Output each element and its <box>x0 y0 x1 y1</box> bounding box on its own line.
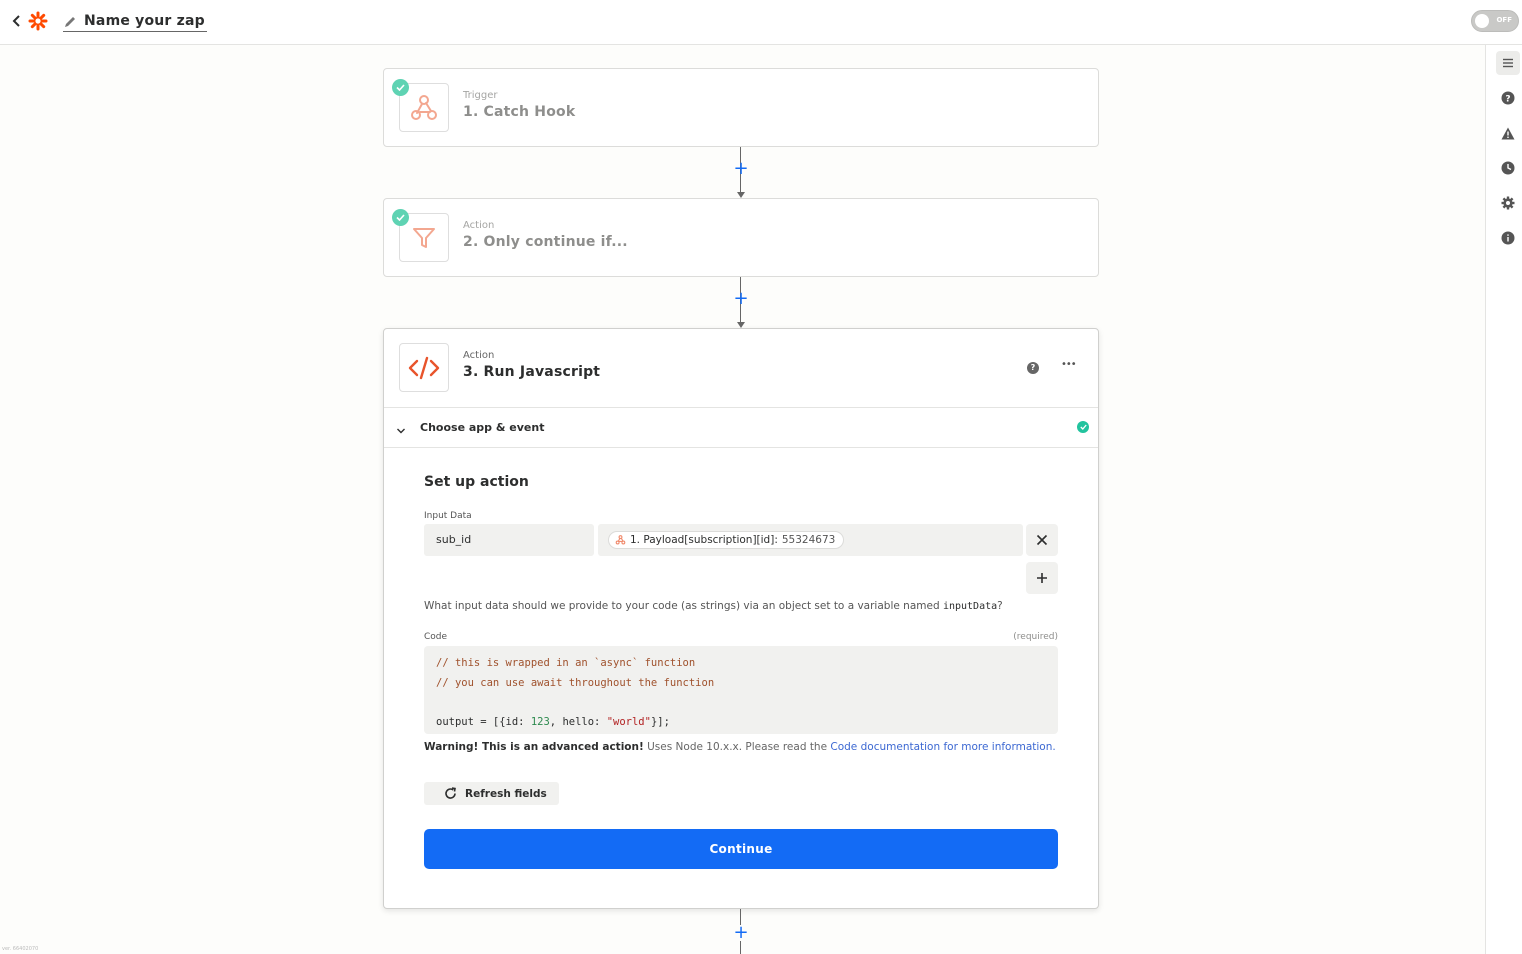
section-complete-check-icon <box>1077 421 1089 433</box>
history-icon <box>1501 161 1515 175</box>
chevron-down-icon <box>396 421 406 440</box>
svg-text:?: ? <box>1505 95 1510 105</box>
warning-bold-text: Warning! This is an advanced action! <box>424 741 644 753</box>
outline-button[interactable] <box>1496 51 1520 75</box>
mapped-field-sample: 55324673 <box>781 534 836 546</box>
step-title: 1. Catch Hook <box>463 104 576 120</box>
zapier-logo-icon[interactable] <box>28 11 48 31</box>
help-icon: ? <box>1501 91 1515 105</box>
step-card-run-javascript: Action 3. Run Javascript ? ••• Choose ap… <box>383 328 1099 909</box>
input-data-value-field[interactable]: 1. Payload[subscription][id]: 55324673 <box>598 524 1023 556</box>
step-kind-label: Trigger <box>463 90 498 101</box>
outline-icon <box>1503 58 1513 68</box>
add-step-plus-icon[interactable]: + <box>733 924 749 942</box>
step-kind-label: Action <box>463 220 495 231</box>
settings-button[interactable] <box>1496 191 1520 215</box>
refresh-icon <box>445 787 456 799</box>
warnings-button[interactable] <box>1496 121 1520 145</box>
zap-name-text: Name your zap <box>84 12 205 29</box>
step-card-trigger[interactable]: Trigger 1. Catch Hook <box>383 68 1099 147</box>
toggle-knob <box>1475 14 1489 28</box>
code-token: , hello: <box>549 715 607 728</box>
add-input-button[interactable] <box>1026 562 1058 594</box>
code-editor[interactable]: // this is wrapped in an `async` functio… <box>424 646 1058 734</box>
code-documentation-link[interactable]: Code documentation for more information. <box>830 741 1055 753</box>
code-icon <box>399 343 449 392</box>
code-token: "world" <box>606 715 651 728</box>
webhook-icon <box>615 535 626 545</box>
step-more-options-icon[interactable]: ••• <box>1061 359 1077 370</box>
code-token: 123 <box>530 715 550 728</box>
help-text-part: ? <box>997 600 1003 612</box>
plus-icon <box>1037 573 1047 583</box>
step-title: 2. Only continue if... <box>463 234 628 250</box>
step-card-filter[interactable]: Action 2. Only continue if... <box>383 198 1099 277</box>
toggle-label: OFF <box>1496 16 1512 24</box>
history-button[interactable] <box>1496 156 1520 180</box>
section-label: Choose app & event <box>420 421 545 434</box>
code-token: output = [{id: <box>436 715 531 728</box>
input-data-help-text: What input data should we provide to you… <box>424 600 1003 612</box>
required-label: (required) <box>1013 632 1058 642</box>
warning-icon <box>1501 127 1515 139</box>
top-bar: Name your zap OFF <box>0 0 1522 45</box>
pencil-icon <box>63 14 77 28</box>
code-line: output = [{id: 123, hello: "world"}]; <box>436 713 1046 733</box>
version-text: ver. 66402070 <box>2 946 39 952</box>
add-step-plus-icon[interactable]: + <box>733 290 749 308</box>
warning-text: Uses Node 10.x.x. Please read the <box>643 741 831 753</box>
mapped-field-ref: 1. Payload[subscription][id]: <box>630 534 778 546</box>
refresh-fields-label: Refresh fields <box>465 787 547 800</box>
code-line: // this is wrapped in an `async` functio… <box>436 657 696 669</box>
mapped-field-pill[interactable]: 1. Payload[subscription][id]: 55324673 <box>608 531 845 549</box>
right-sidebar: ? <box>1485 45 1522 954</box>
code-line: // you can use await throughout the func… <box>436 676 715 689</box>
step-complete-check-icon <box>392 209 409 226</box>
step-kind-label: Action <box>463 350 495 361</box>
zap-name-field[interactable]: Name your zap <box>63 10 207 32</box>
info-button[interactable] <box>1496 226 1520 250</box>
back-chevron-icon[interactable] <box>12 12 26 30</box>
refresh-fields-button[interactable]: Refresh fields <box>424 782 559 805</box>
setup-action-heading: Set up action <box>424 474 529 490</box>
remove-input-button[interactable] <box>1026 524 1058 556</box>
help-button[interactable]: ? <box>1496 86 1520 110</box>
help-text-part: What input data should we provide to you… <box>424 600 943 612</box>
choose-app-event-section[interactable]: Choose app & event <box>384 407 1098 448</box>
zap-on-off-toggle[interactable]: OFF <box>1471 10 1519 32</box>
step-help-icon[interactable]: ? <box>1027 362 1039 374</box>
continue-button[interactable]: Continue <box>424 829 1058 869</box>
settings-icon <box>1501 196 1515 210</box>
add-step-plus-icon[interactable]: + <box>733 160 749 178</box>
code-token: }]; <box>650 715 670 728</box>
step-complete-check-icon <box>392 79 409 96</box>
code-label: Code <box>424 632 448 642</box>
info-icon <box>1501 231 1515 245</box>
step-title: 3. Run Javascript <box>463 364 601 380</box>
input-data-key-field[interactable]: sub_id <box>424 524 594 556</box>
advanced-warning: Warning! This is an advanced action! Use… <box>424 741 1056 753</box>
help-text-code: inputData <box>942 601 998 612</box>
input-data-label: Input Data <box>424 511 472 521</box>
close-icon <box>1036 534 1048 546</box>
